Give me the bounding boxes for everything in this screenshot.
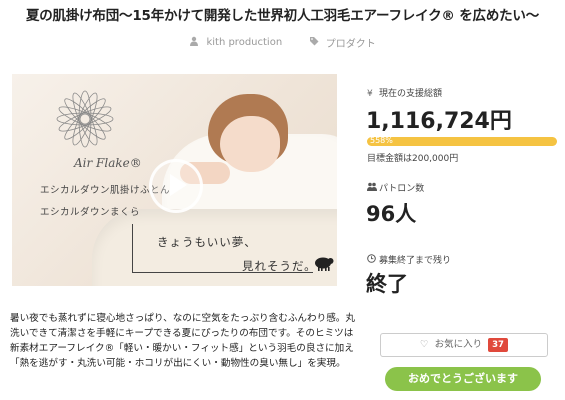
category-link[interactable]: プロダクト [326, 35, 376, 50]
brand-logo-text: Air Flake® [74, 156, 142, 170]
funding-label: ¥ 現在の支援総額 [367, 89, 443, 99]
favorite-button[interactable]: ♡ お気に入り 37 [380, 333, 548, 357]
patron-label: パトロン数 [367, 181, 424, 194]
flower-logo-icon [50, 84, 120, 158]
hero-line-2: エシカルダウンまくら [40, 207, 141, 218]
tag-icon [309, 36, 319, 49]
funding-value: 1,116,724円 [366, 109, 512, 134]
owner-link[interactable]: kith production [206, 37, 282, 48]
play-button[interactable] [149, 159, 203, 213]
funding-progress-bar: 558% [367, 136, 557, 146]
hero-caption-1: きょうもいい夢、 [157, 235, 257, 249]
project-video[interactable]: Air Flake® エシカルダウン肌掛けふとん エシカルダウンまくら きょうも… [12, 74, 337, 286]
progress-percent: 558% [370, 136, 393, 145]
clock-icon [367, 254, 379, 266]
patron-value: 96人 [366, 202, 417, 226]
project-title: 夏の肌掛け布団〜15年かけて開発した世界初人工羽毛エアーフレイク® を広めたい〜 [25, 8, 540, 24]
yen-icon: ¥ [367, 89, 373, 99]
project-description: 暑い夜でも蒸れずに寝心地さっぱり、なのに空気をたっぷり含むふんわり感。丸洗いでき… [10, 313, 355, 369]
goal-amount: 目標金額は200,000円 [367, 154, 459, 164]
remaining-label: 募集終了まで残り [367, 253, 451, 266]
user-icon [189, 36, 199, 49]
remaining-value: 終了 [366, 272, 408, 296]
favorite-count-badge: 37 [488, 338, 508, 352]
hero-caption-2: 見れそうだ。 [242, 259, 317, 273]
heart-icon: ♡ [420, 339, 429, 350]
face-image [220, 116, 280, 172]
users-icon [367, 182, 379, 194]
thanks-button[interactable]: おめでとうございます [385, 367, 541, 391]
project-meta: kith production プロダクト [0, 35, 565, 50]
sheep-icon [312, 256, 334, 276]
